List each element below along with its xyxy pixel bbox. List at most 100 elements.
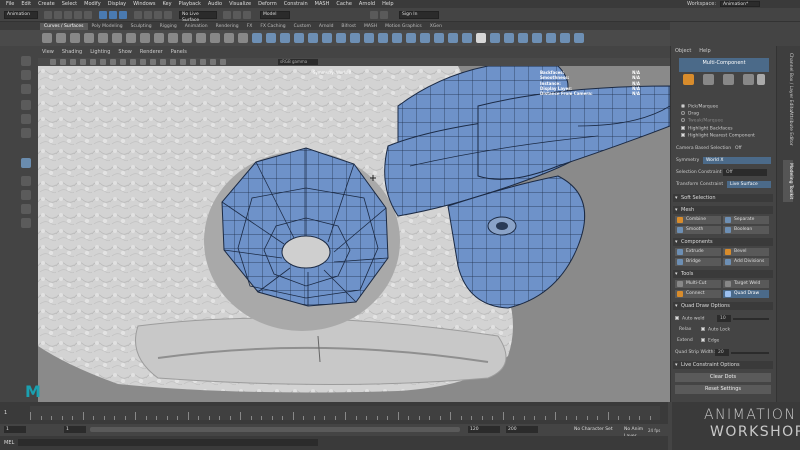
xray-joints-icon[interactable]	[210, 59, 216, 65]
edge-checkbox[interactable]: Edge	[701, 338, 719, 344]
character-set-field[interactable]: No Character Set	[572, 426, 618, 433]
object-mode-icon[interactable]	[683, 74, 694, 85]
range-bar[interactable]	[90, 427, 460, 432]
curve-tool-icon[interactable]	[112, 33, 122, 43]
undo-icon[interactable]	[74, 10, 82, 19]
shelf-tab-mash[interactable]: MASH	[360, 23, 381, 30]
soft-selection-section[interactable]: Soft Selection	[673, 194, 773, 202]
nurbs-plane-icon[interactable]	[308, 33, 318, 43]
curve-tool-icon[interactable]	[238, 33, 248, 43]
shelf-tab-curves[interactable]: Curves / Surfaces	[40, 23, 88, 30]
tab-channel-box[interactable]: Channel Box / Layer Editor	[783, 50, 793, 116]
smooth-shade-icon[interactable]	[130, 59, 136, 65]
camera-icon[interactable]	[50, 59, 56, 65]
toggle-panel-icon[interactable]	[370, 10, 378, 19]
highlight-backfaces-checkbox[interactable]: Highlight Backfaces	[681, 126, 733, 132]
surface-tool-icon[interactable]	[364, 33, 374, 43]
ipr-icon[interactable]	[233, 10, 241, 19]
nurbs-sphere-icon[interactable]	[252, 33, 262, 43]
face-mode-icon[interactable]	[743, 74, 754, 85]
layout-four-icon[interactable]	[21, 190, 31, 200]
surface-tool-icon[interactable]	[462, 33, 472, 43]
film-gate-icon[interactable]	[100, 59, 106, 65]
viewport-menu-view[interactable]: View	[42, 49, 54, 55]
shelf-tab-arnold[interactable]: Arnold	[315, 23, 338, 30]
menuset-dropdown[interactable]: Animation	[4, 10, 38, 19]
gamma-icon[interactable]	[220, 59, 226, 65]
camera-based-value[interactable]: Off	[735, 146, 742, 151]
nurbs-cylinder-icon[interactable]	[280, 33, 290, 43]
wireframe-icon[interactable]	[120, 59, 126, 65]
vertex-mode-icon[interactable]	[703, 74, 714, 85]
menu-display[interactable]: Display	[108, 1, 126, 7]
boolean-button[interactable]: Boolean	[723, 226, 769, 234]
menu-file[interactable]: File	[6, 1, 14, 7]
shelf-tab-poly[interactable]: Poly Modeling	[88, 23, 127, 30]
lights-icon[interactable]	[160, 59, 166, 65]
time-slider[interactable]: 1	[0, 402, 668, 424]
playback-start-field[interactable]: 1	[64, 426, 86, 433]
rotate-tool-icon[interactable]	[21, 114, 31, 124]
menu-deform[interactable]: Deform	[258, 1, 277, 7]
target-weld-button[interactable]: Target Weld	[723, 280, 769, 288]
auto-lock-checkbox[interactable]: Auto Lock	[701, 327, 730, 333]
xray-icon[interactable]	[200, 59, 206, 65]
sign-in-button[interactable]: Sign In	[399, 10, 439, 19]
fps-field[interactable]: 24 fps	[648, 428, 660, 433]
clear-dots-button[interactable]: Clear Dots	[675, 373, 771, 382]
drag-option[interactable]: Drag	[681, 111, 699, 117]
surface-tool-icon[interactable]	[476, 33, 486, 43]
menu-playback[interactable]: Playback	[179, 1, 201, 7]
camera-attributes-icon[interactable]	[60, 59, 66, 65]
start-frame-field[interactable]: 1	[4, 426, 26, 433]
paint-select-tool-icon[interactable]	[21, 84, 31, 94]
workspace-dropdown[interactable]: Animation*	[720, 1, 760, 7]
surface-tool-icon[interactable]	[532, 33, 542, 43]
surface-tool-icon[interactable]	[378, 33, 388, 43]
edge-mode-icon[interactable]	[723, 74, 734, 85]
time-ruler[interactable]	[30, 406, 660, 420]
curve-tool-icon[interactable]	[70, 33, 80, 43]
snap-view-icon[interactable]	[164, 10, 172, 19]
curve-tool-icon[interactable]	[126, 33, 136, 43]
curve-tool-icon[interactable]	[56, 33, 66, 43]
layout-single-icon[interactable]	[21, 176, 31, 186]
surface-tool-icon[interactable]	[406, 33, 416, 43]
components-section[interactable]: Components	[673, 238, 773, 246]
menu-visualize[interactable]: Visualize	[229, 1, 251, 7]
auto-weld-value[interactable]: 10	[717, 315, 731, 322]
curve-tool-icon[interactable]	[140, 33, 150, 43]
select-tool-icon[interactable]	[21, 56, 31, 66]
select-object-icon[interactable]	[109, 10, 117, 19]
quad-draw-options-section[interactable]: Quad Draw Options	[673, 302, 773, 310]
select-hierarchy-icon[interactable]	[99, 10, 107, 19]
menu-cache[interactable]: Cache	[336, 1, 352, 7]
image-plane-icon[interactable]	[80, 59, 86, 65]
combine-button[interactable]: Combine	[675, 216, 721, 224]
viewport[interactable]: Symmetry: World X Backfaces: N/A Smoothne…	[38, 66, 670, 402]
layout-side-icon[interactable]	[21, 204, 31, 214]
surface-tool-icon[interactable]	[420, 33, 430, 43]
viewport-menu-lighting[interactable]: Lighting	[90, 49, 110, 55]
command-input[interactable]	[18, 439, 318, 446]
quad-draw-button[interactable]: Quad Draw	[723, 290, 769, 298]
select-component-icon[interactable]	[119, 10, 127, 19]
curve-tool-icon[interactable]	[182, 33, 192, 43]
live-constraint-section[interactable]: Live Constraint Options	[673, 361, 773, 369]
shelf-tab-custom[interactable]: Custom	[290, 23, 315, 30]
surface-tool-icon[interactable]	[504, 33, 514, 43]
shelf-tab-rendering[interactable]: Rendering	[212, 23, 243, 30]
color-space-field[interactable]: sRGB gamma	[278, 59, 318, 65]
end-frame-field[interactable]: 200	[506, 426, 538, 433]
playback-end-field[interactable]: 120	[468, 426, 500, 433]
shelf-tab-fx-caching[interactable]: FX Caching	[256, 23, 289, 30]
shelf-tab-xgen[interactable]: XGen	[426, 23, 446, 30]
quad-draw-tool-icon[interactable]	[21, 158, 31, 168]
live-surface-field[interactable]: No Live Surface	[179, 10, 217, 23]
tab-attribute-editor[interactable]: Attribute Editor	[783, 108, 793, 149]
redo-icon[interactable]	[84, 10, 92, 19]
bridge-button[interactable]: Bridge	[675, 258, 721, 266]
curve-tool-icon[interactable]	[154, 33, 164, 43]
curve-tool-icon[interactable]	[168, 33, 178, 43]
symmetry-dropdown[interactable]: World X	[703, 157, 771, 164]
